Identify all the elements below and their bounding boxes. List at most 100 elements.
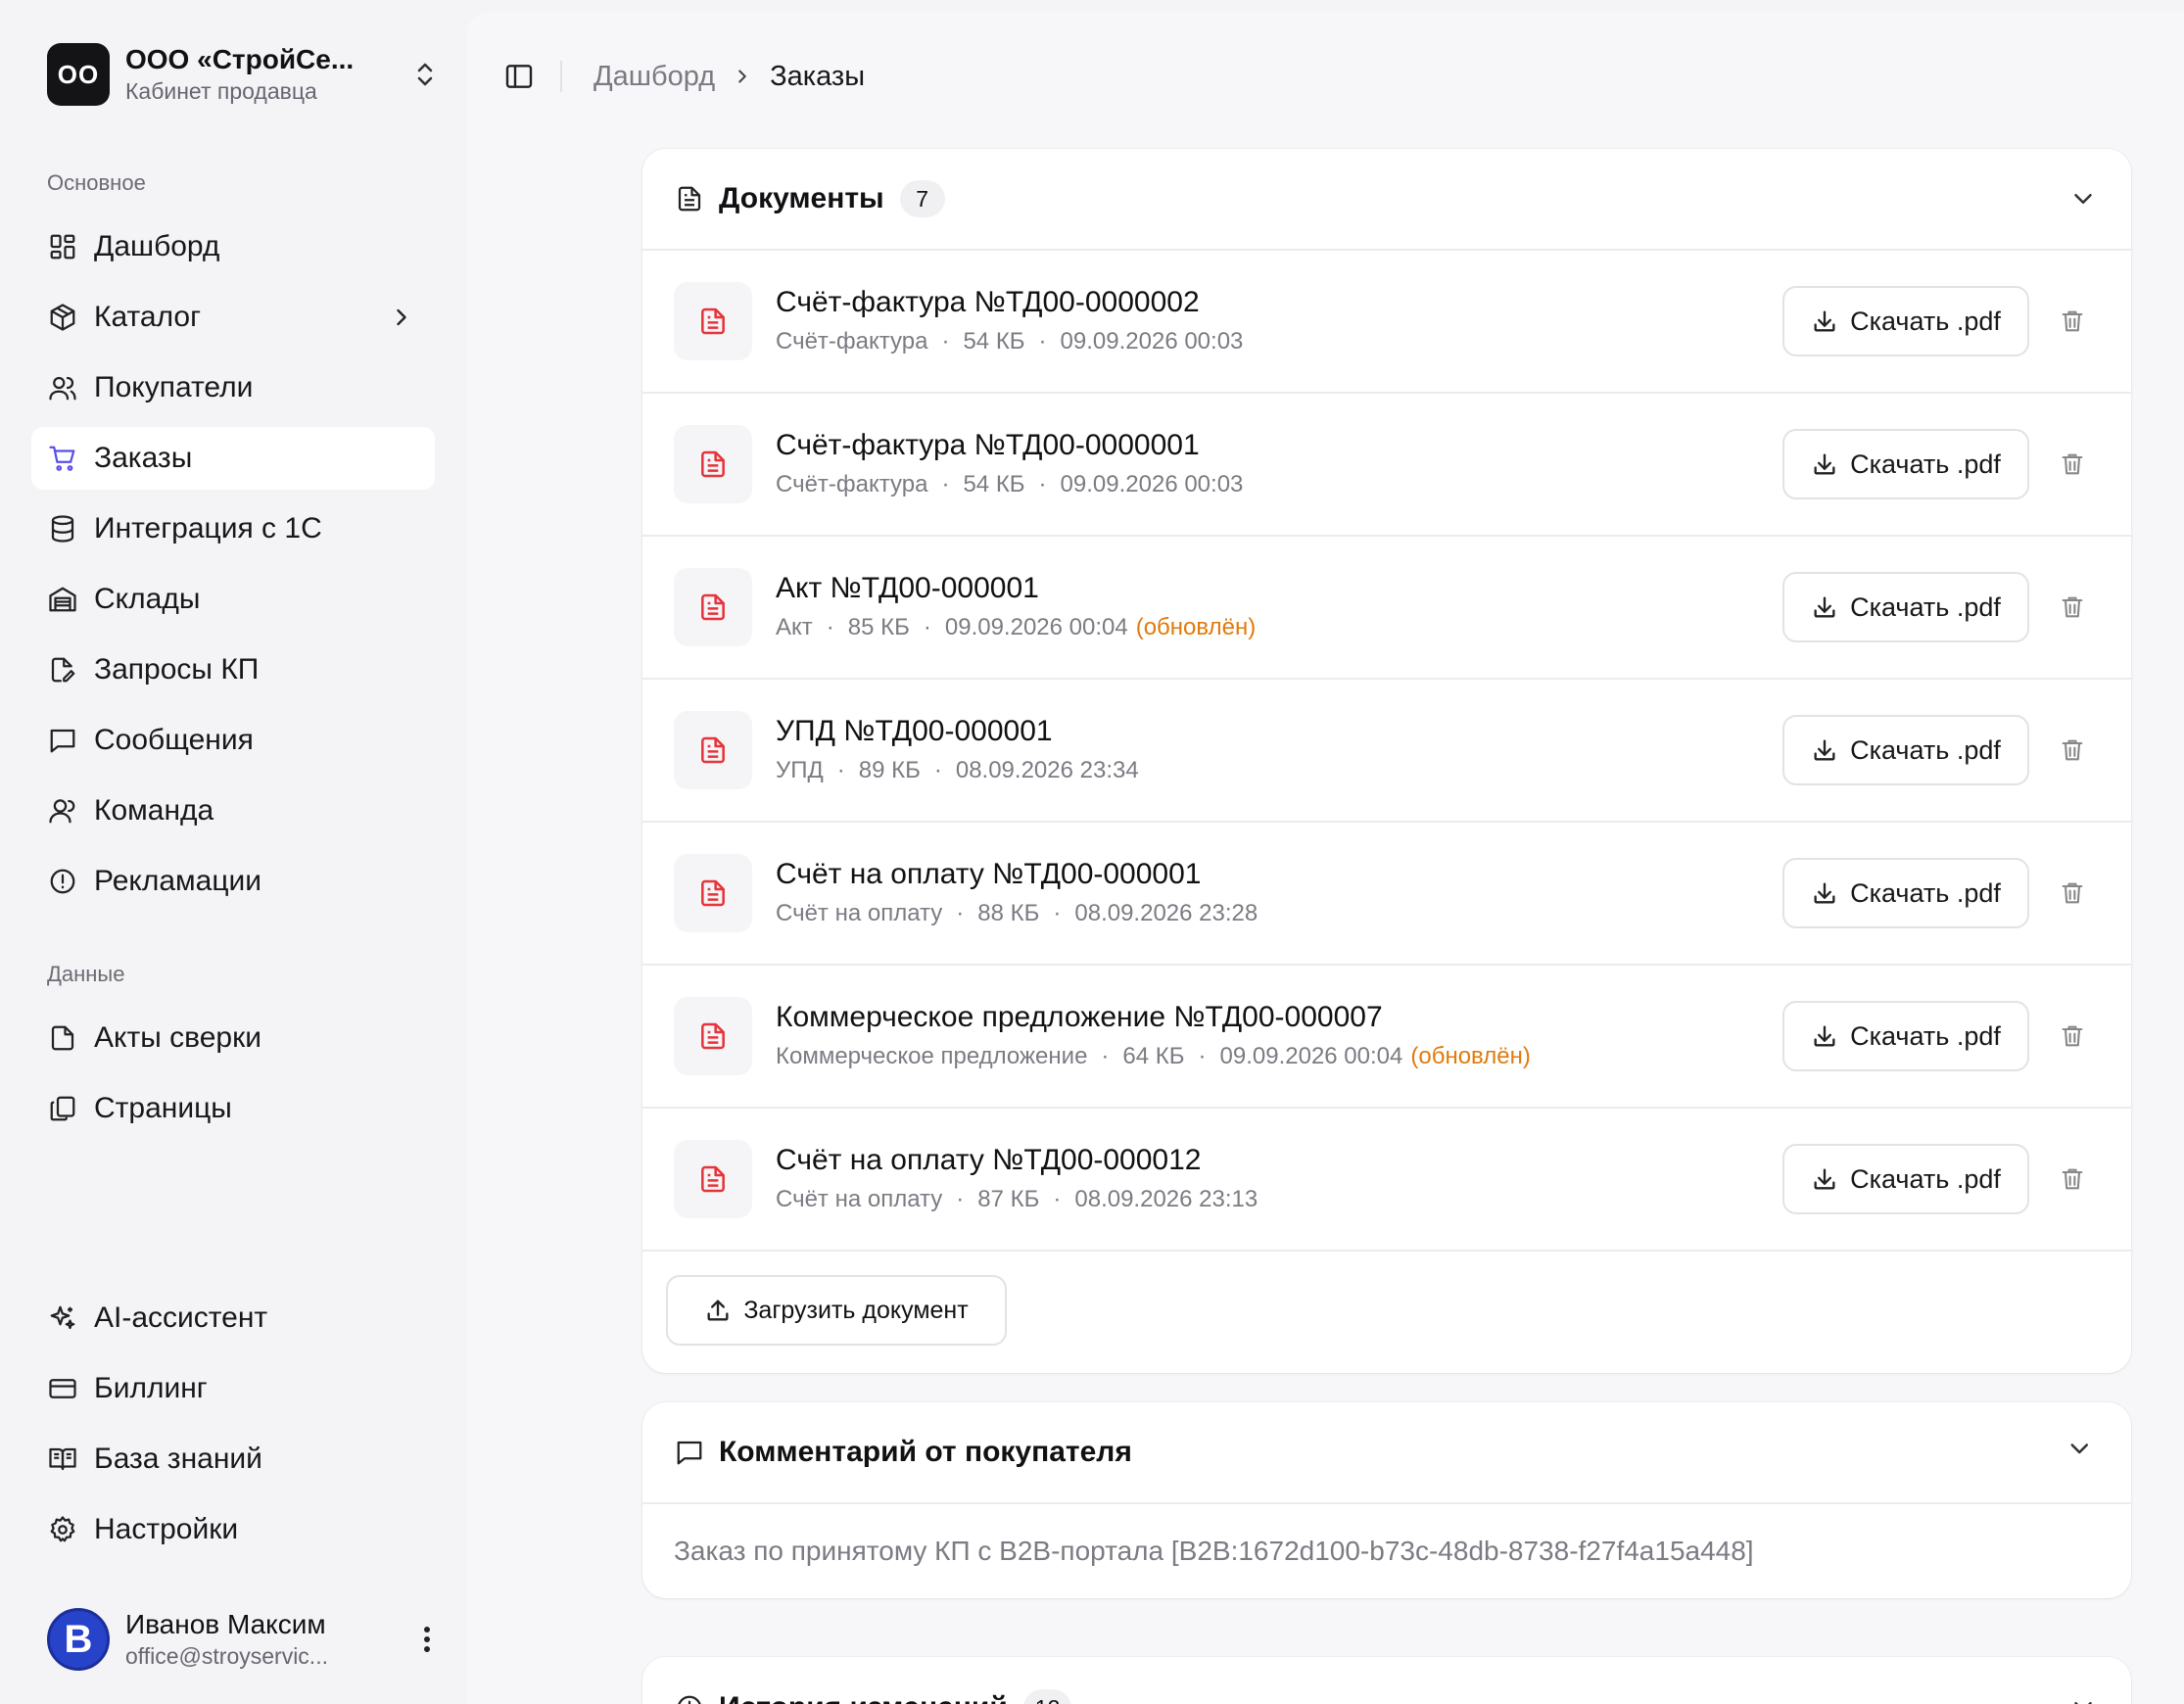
document-title[interactable]: Коммерческое предложение №ТД00-000007 <box>776 999 1531 1036</box>
chevron-down-icon[interactable] <box>2068 1692 2100 1704</box>
sidebar-item-messages[interactable]: Сообщения <box>31 709 435 772</box>
sidebar-item-orders[interactable]: Заказы <box>31 427 435 490</box>
sidebar-toggle-icon[interactable] <box>501 59 537 94</box>
nav-section-data: Данные <box>47 962 125 986</box>
chevron-down-icon[interactable] <box>2068 1438 2100 1469</box>
pdf-file-icon <box>674 282 752 360</box>
document-meta: УПД · 89 КБ · 08.09.2026 23:34 <box>776 754 1139 787</box>
documents-header[interactable]: Документы 7 <box>642 149 2131 251</box>
message-icon <box>674 1437 705 1468</box>
user-name: Иванов Максим <box>125 1609 326 1639</box>
user-menu[interactable]: B Иванов Максим office@stroyservic... <box>47 1606 439 1673</box>
trash-icon[interactable] <box>2057 449 2088 480</box>
document-size: 54 КБ <box>963 328 1025 355</box>
download-icon <box>1814 1025 1835 1047</box>
download-pdf-button[interactable]: Скачать .pdf <box>1782 1001 2029 1071</box>
upload-area: Загрузить документ <box>642 1252 2131 1373</box>
history-header[interactable]: История изменений 12 <box>642 1657 2131 1704</box>
document-type: Счёт-фактура <box>776 471 928 497</box>
trash-icon[interactable] <box>2057 592 2088 623</box>
download-pdf-button[interactable]: Скачать .pdf <box>1782 858 2029 928</box>
pdf-file-icon <box>674 711 752 789</box>
sidebar-item-label: Заказы <box>94 442 193 474</box>
document-icon <box>674 183 705 214</box>
file-icon <box>47 1022 78 1054</box>
trash-icon[interactable] <box>2057 877 2088 909</box>
document-type: Коммерческое предложение <box>776 1043 1088 1069</box>
trash-icon[interactable] <box>2057 306 2088 337</box>
sidebar-item-catalog[interactable]: Каталог <box>31 286 435 349</box>
sidebar-item-warehouses[interactable]: Склады <box>31 568 435 631</box>
sidebar-item-label: Интеграция с 1С <box>94 512 322 544</box>
document-type: Акт <box>776 614 813 640</box>
sidebar-item-team[interactable]: Команда <box>31 780 435 842</box>
document-title[interactable]: УПД №ТД00-000001 <box>776 713 1139 750</box>
comment-title: Комментарий от покупателя <box>719 1436 1132 1468</box>
document-meta: Счёт на оплату · 88 КБ · 08.09.2026 23:28 <box>776 897 1258 930</box>
document-title[interactable]: Акт №ТД00-000001 <box>776 570 1256 607</box>
copy-icon <box>47 1093 78 1124</box>
sidebar-item-pages[interactable]: Страницы <box>31 1077 435 1140</box>
nav-main: Дашборд Каталог Покупатели Заказы Интегр… <box>31 215 435 921</box>
download-pdf-button[interactable]: Скачать .pdf <box>1782 429 2029 499</box>
document-date: 09.09.2026 00:04 <box>944 614 1128 640</box>
document-row: Счёт-фактура №ТД00-0000002 Счёт-фактура · 5… <box>642 251 2131 394</box>
document-row: Коммерческое предложение №ТД00-000007 Ком… <box>642 966 2131 1109</box>
trash-icon[interactable] <box>2057 734 2088 766</box>
org-switcher[interactable]: ОО ООО «СтройСе... Кабинет продавца <box>47 41 439 108</box>
comment-header[interactable]: Комментарий от покупателя <box>642 1402 2131 1504</box>
trash-icon[interactable] <box>2057 1163 2088 1195</box>
history-count-badge: 12 <box>1022 1689 1072 1704</box>
sidebar-item-quote-requests[interactable]: Запросы КП <box>31 639 435 701</box>
upload-document-button[interactable]: Загрузить документ <box>666 1275 1007 1346</box>
sidebar-item-knowledge-base[interactable]: База знаний <box>31 1428 435 1491</box>
document-row: Счёт-фактура №ТД00-0000001 Счёт-фактура · 5… <box>642 394 2131 537</box>
topbar: Дашборд Заказы <box>501 55 865 98</box>
warehouse-icon <box>47 584 78 615</box>
breadcrumb-link-dashboard[interactable]: Дашборд <box>593 61 715 93</box>
chevron-right-icon <box>388 304 415 331</box>
document-title[interactable]: Счёт на оплату №ТД00-000001 <box>776 856 1258 893</box>
download-pdf-button[interactable]: Скачать .pdf <box>1782 715 2029 785</box>
document-title[interactable]: Счёт-фактура №ТД00-0000002 <box>776 284 1243 321</box>
sidebar-item-dashboard[interactable]: Дашборд <box>31 215 435 278</box>
sparkles-icon <box>47 1302 78 1334</box>
pdf-file-icon <box>674 854 752 932</box>
document-updated-badge: (обновлён) <box>1410 1043 1531 1069</box>
pdf-file-icon <box>674 568 752 646</box>
comment-card: Комментарий от покупателя Заказ по приня… <box>642 1402 2131 1598</box>
pdf-file-icon <box>674 997 752 1075</box>
main-content: Дашборд Заказы Документы 7 Счёт-фактура … <box>466 12 2184 1704</box>
more-vertical-icon[interactable] <box>415 1620 439 1659</box>
sidebar-item-claims[interactable]: Рекламации <box>31 850 435 913</box>
document-date: 09.09.2026 00:04 <box>1219 1043 1403 1069</box>
download-pdf-button[interactable]: Скачать .pdf <box>1782 1144 2029 1214</box>
nav-data: Акты сверки Страницы <box>31 1007 435 1148</box>
sidebar-item-reconciliation[interactable]: Акты сверки <box>31 1007 435 1069</box>
sidebar-item-ai-assistant[interactable]: AI-ассистент <box>31 1287 435 1349</box>
gear-icon <box>47 1514 78 1545</box>
document-row: Акт №ТД00-000001 Акт · 85 КБ · 09.09.2026 00:… <box>642 537 2131 680</box>
document-title[interactable]: Счёт на оплату №ТД00-000012 <box>776 1142 1258 1179</box>
org-subtitle: Кабинет продавца <box>125 78 317 104</box>
file-edit-icon <box>47 654 78 686</box>
document-size: 89 КБ <box>858 757 921 783</box>
chevron-down-icon[interactable] <box>2068 184 2100 215</box>
download-pdf-button[interactable]: Скачать .pdf <box>1782 286 2029 356</box>
sidebar-item-billing[interactable]: Биллинг <box>31 1357 435 1420</box>
sidebar-item-1c-integration[interactable]: Интеграция с 1С <box>31 497 435 560</box>
document-row: Счёт на оплату №ТД00-000001 Счёт на оплат… <box>642 823 2131 966</box>
trash-icon[interactable] <box>2057 1020 2088 1052</box>
sidebar-item-customers[interactable]: Покупатели <box>31 356 435 419</box>
document-type: Счёт на оплату <box>776 900 943 926</box>
sidebar-item-settings[interactable]: Настройки <box>31 1498 435 1561</box>
clock-icon <box>674 1692 705 1704</box>
download-pdf-button[interactable]: Скачать .pdf <box>1782 572 2029 642</box>
document-title[interactable]: Счёт-фактура №ТД00-0000001 <box>776 427 1243 464</box>
document-date: 08.09.2026 23:28 <box>1074 900 1258 926</box>
sidebar-item-label: Настройки <box>94 1513 239 1545</box>
upload-icon <box>707 1300 729 1321</box>
chevrons-up-down-icon[interactable] <box>411 55 439 94</box>
document-size: 85 КБ <box>847 614 910 640</box>
document-date: 09.09.2026 00:03 <box>1060 328 1244 355</box>
